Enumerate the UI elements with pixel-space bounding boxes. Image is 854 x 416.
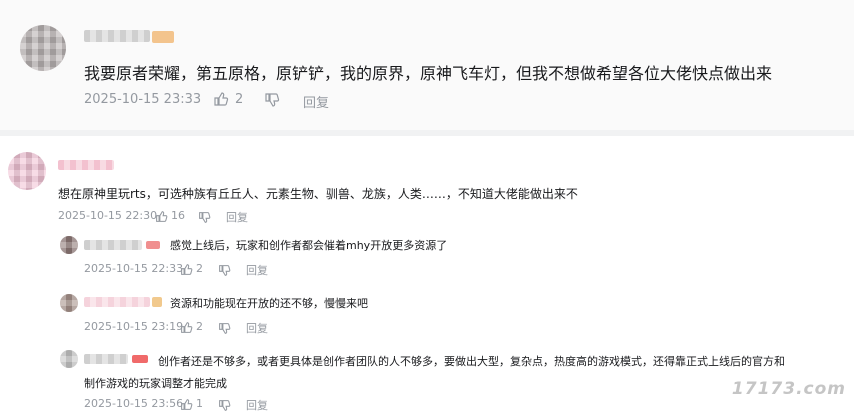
watermark: 17173.com xyxy=(731,379,846,399)
divider xyxy=(0,130,854,136)
reply-time: 2025-10-15 23:19 xyxy=(84,320,184,333)
comment-time: 2025-10-15 22:30 xyxy=(58,209,158,222)
like-count: 2 xyxy=(196,320,203,333)
avatar[interactable] xyxy=(60,294,78,312)
reply-button[interactable]: 回复 xyxy=(246,320,268,336)
reply-button[interactable]: 回复 xyxy=(246,397,268,413)
avatar[interactable] xyxy=(8,152,46,190)
thumbs-down-icon[interactable] xyxy=(218,397,231,416)
username-blurred[interactable] xyxy=(84,240,142,250)
thumbs-down-icon[interactable] xyxy=(198,209,211,228)
thumbs-down-icon[interactable] xyxy=(218,320,231,339)
reply-text: 创作者还是不够多，或者更具体是创作者团队的人不够多，要做出大型，复杂点，热度高的… xyxy=(158,355,785,368)
level-badge xyxy=(146,241,160,249)
like-count: 2 xyxy=(235,92,244,107)
username-blurred[interactable] xyxy=(84,354,128,364)
reply-button[interactable]: 回复 xyxy=(246,262,268,278)
username-blurred[interactable] xyxy=(84,30,150,42)
reply-button[interactable]: 回复 xyxy=(226,209,248,225)
like-count: 16 xyxy=(171,209,185,222)
reply-time: 2025-10-15 23:56 xyxy=(84,397,184,410)
reply-text-continued: 制作游戏的玩家调整才能完成 xyxy=(84,377,227,390)
avatar[interactable] xyxy=(60,236,78,254)
level-badge xyxy=(152,297,162,307)
username-blurred[interactable] xyxy=(58,160,114,170)
comment-time: 2025-10-15 23:33 xyxy=(84,92,202,107)
thumbs-up-icon[interactable] xyxy=(180,261,193,280)
username-blurred[interactable] xyxy=(84,297,150,307)
thumbs-up-icon[interactable] xyxy=(155,208,168,227)
comment-text: 我要原者荣耀，第五原格，原铲铲，我的原界，原神飞车灯，但我不想做希望各位大佬快点… xyxy=(84,64,773,83)
avatar[interactable] xyxy=(20,25,66,71)
reply-text: 资源和功能现在开放的还不够，慢慢来吧 xyxy=(170,297,368,310)
reply-button[interactable]: 回复 xyxy=(303,92,329,111)
like-count: 1 xyxy=(196,397,203,410)
like-count: 2 xyxy=(196,262,203,275)
avatar[interactable] xyxy=(60,350,78,368)
reply-text: 感觉上线后，玩家和创作者都会催着mhy开放更多资源了 xyxy=(170,239,448,252)
comment-text: 想在原神里玩rts，可选种族有丘丘人、元素生物、驯兽、龙族，人类……，不知道大佬… xyxy=(58,187,578,201)
thumbs-down-icon[interactable] xyxy=(218,262,231,281)
level-badge xyxy=(132,355,148,363)
thumbs-up-icon[interactable] xyxy=(180,396,193,415)
level-badge xyxy=(152,31,174,43)
thumbs-up-icon[interactable] xyxy=(180,319,193,338)
thumbs-down-icon[interactable] xyxy=(264,92,280,112)
reply-time: 2025-10-15 22:33 xyxy=(84,262,184,275)
thumbs-up-icon[interactable] xyxy=(213,91,229,111)
